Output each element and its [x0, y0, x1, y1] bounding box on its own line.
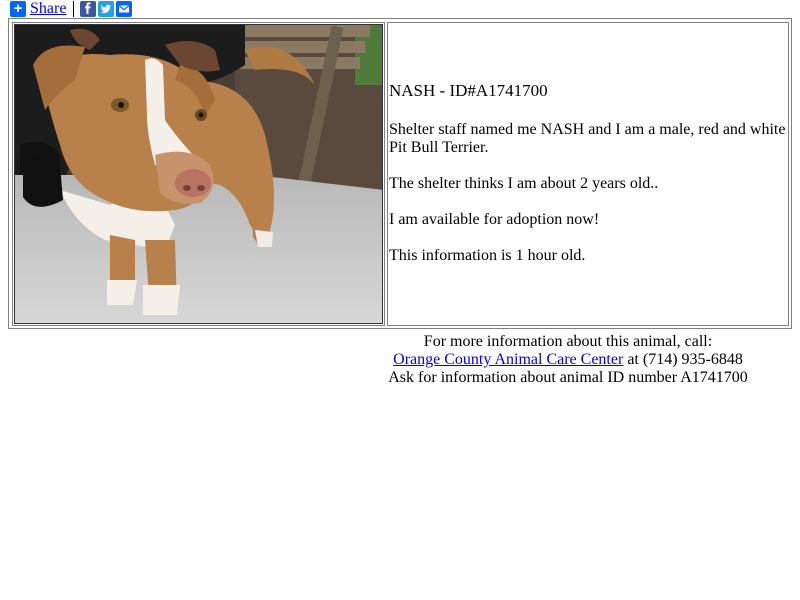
facebook-icon[interactable]	[80, 1, 97, 17]
animal-info: NASH - ID#A1741700 Shelter staff named m…	[389, 82, 787, 283]
animal-title: NASH - ID#A1741700	[389, 81, 548, 100]
divider	[73, 1, 75, 17]
photo-cell	[12, 22, 385, 326]
info-cell: NASH - ID#A1741700 Shelter staff named m…	[387, 22, 789, 326]
share-toolbar: + Share	[10, 0, 133, 18]
dog-photo-illustration	[15, 25, 382, 323]
contact-id-note: Ask for information about animal ID numb…	[388, 369, 748, 386]
animal-photo	[14, 24, 383, 324]
phone-number: (714) 935-6848	[642, 351, 743, 368]
animal-description: Shelter staff named me NASH and I am a m…	[389, 121, 786, 156]
animal-age: The shelter thinks I am about 2 years ol…	[389, 175, 659, 192]
info-freshness: This information is 1 hour old.	[389, 247, 586, 264]
animal-card: NASH - ID#A1741700 Shelter staff named m…	[8, 18, 792, 329]
email-icon[interactable]	[116, 1, 133, 17]
at-text: at	[627, 351, 639, 368]
contact-info: For more information about this animal, …	[388, 333, 748, 387]
twitter-icon[interactable]	[98, 1, 115, 17]
social-icons	[80, 1, 133, 17]
shelter-link[interactable]: Orange County Animal Care Center	[393, 351, 623, 368]
adoption-status: I am available for adoption now!	[389, 211, 600, 228]
contact-intro: For more information about this animal, …	[423, 333, 713, 350]
contact-line: Orange County Animal Care Center at (714…	[388, 351, 748, 369]
share-link[interactable]: Share	[30, 0, 66, 18]
add-icon[interactable]: +	[10, 1, 26, 17]
